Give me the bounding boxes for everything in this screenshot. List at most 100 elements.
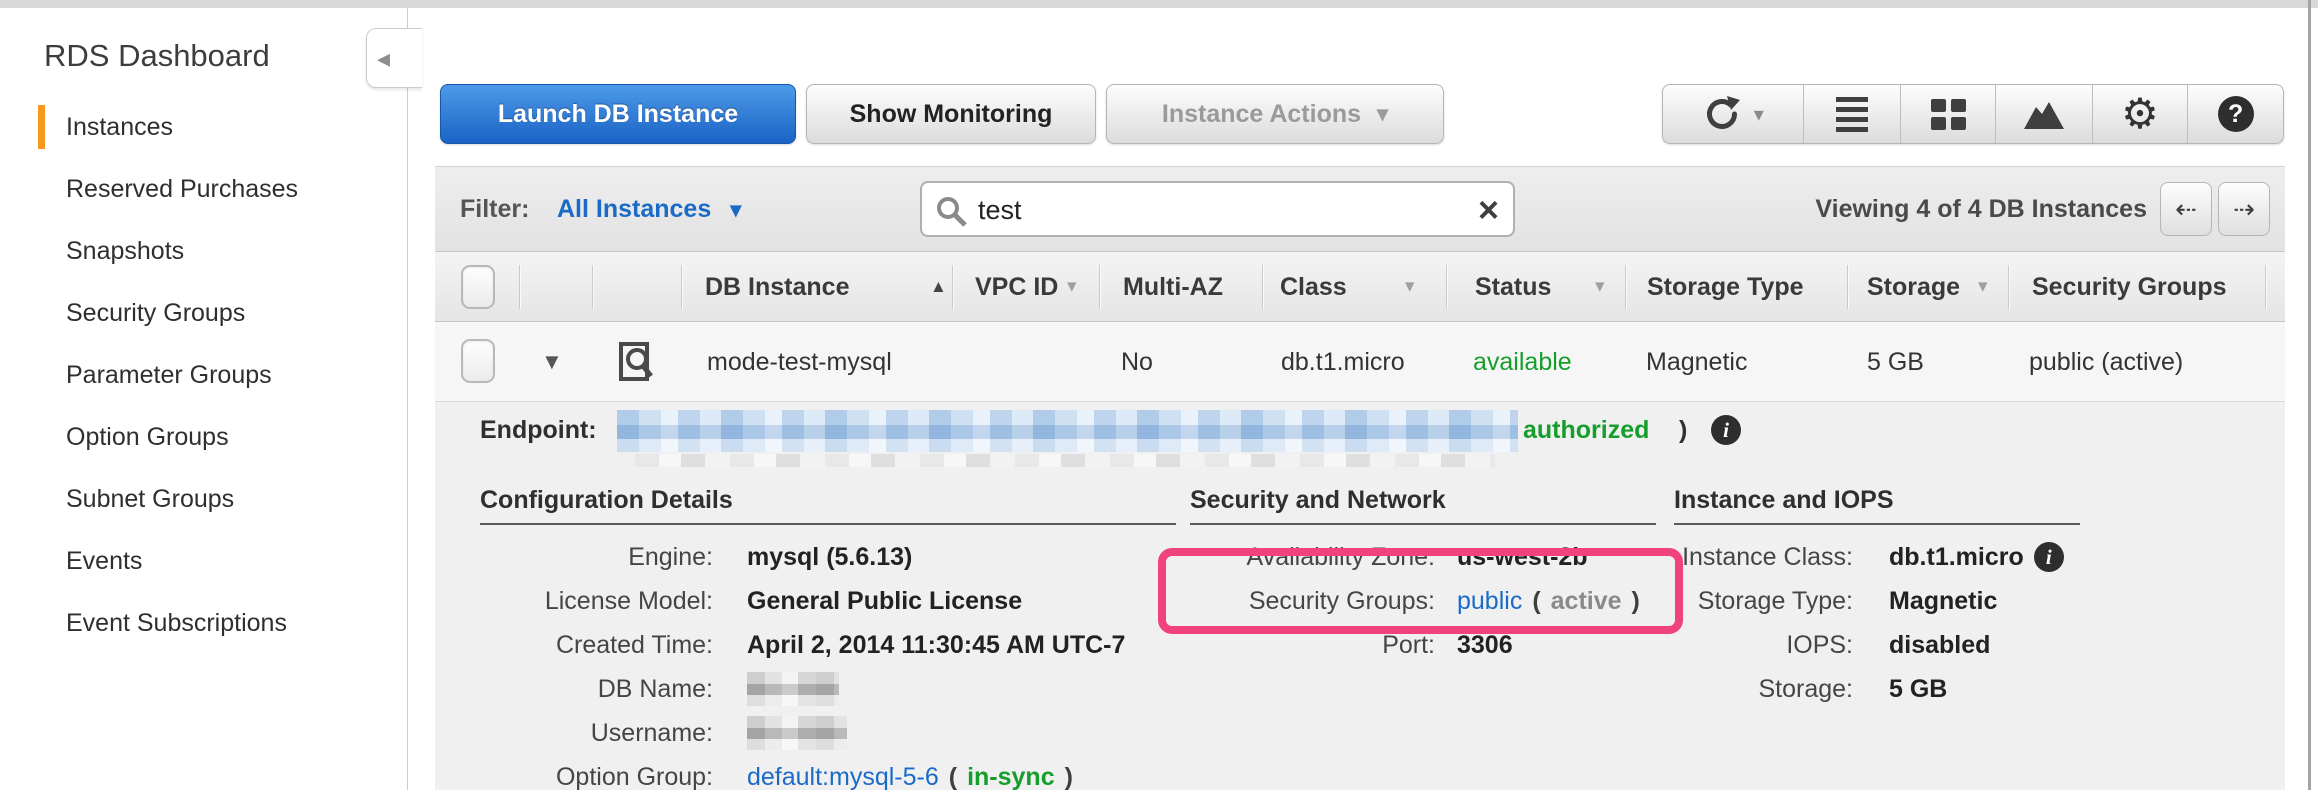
detail-label: Storage Type: [1674,587,1853,616]
column-storage-type[interactable]: Storage Type [1647,252,1804,322]
section-instance-and-iops: Instance and IOPS Instance Class: db.t1.… [1674,486,2080,711]
page-title: RDS Dashboard [44,38,270,74]
chevron-down-icon: ▾ [1754,102,1764,127]
detail-value: disabled [1889,631,1990,660]
sidebar-nav: Instances Reserved Purchases Snapshots S… [0,96,407,654]
detail-value: mysql (5.6.13) [747,543,912,572]
endpoint-paren: ) [1679,416,1687,445]
redacted-username [747,716,847,750]
security-group-link[interactable]: public [1457,587,1522,616]
column-class[interactable]: Class [1280,252,1347,322]
option-group-link[interactable]: default:mysql-5-6 [747,763,939,790]
endpoint-authorized-status: authorized [1523,416,1649,445]
row-expander-icon[interactable]: ▼ [541,322,563,402]
filter-dropdown[interactable]: All Instances ▾ [557,167,741,252]
sidebar-item-option-groups[interactable]: Option Groups [0,406,407,468]
table-row[interactable]: ▼ mode-test-mysql No db.t1.micro availab… [435,322,2285,402]
filter-bar: Filter: All Instances ▾ × Viewing 4 of 4… [435,166,2285,252]
security-group-status: active [1551,587,1622,616]
sidebar-item-events[interactable]: Events [0,530,407,592]
detail-value: 5 GB [1889,675,1947,704]
redacted-db-name [747,672,839,706]
instance-actions-label: Instance Actions [1162,100,1361,129]
paren-open: ( [1532,587,1540,616]
detail-label: Username: [480,719,713,748]
monitoring-view-button[interactable] [1995,85,2092,143]
show-monitoring-button[interactable]: Show Monitoring [806,84,1096,144]
help-button[interactable]: ? [2187,85,2283,143]
column-status[interactable]: Status [1475,252,1551,322]
sidebar-divider [407,8,408,790]
detail-value: us-west-2b [1457,543,1588,572]
instance-class-value: db.t1.micro [1889,543,2024,572]
sidebar-item-snapshots[interactable]: Snapshots [0,220,407,282]
detail-row-engine: Engine: mysql (5.6.13) [480,535,1176,579]
grid-view-button[interactable] [1900,85,1995,143]
detail-row-created-time: Created Time: April 2, 2014 11:30:45 AM … [480,623,1176,667]
select-all-checkbox[interactable] [461,265,495,309]
list-view-button[interactable] [1803,85,1901,143]
cell-status: available [1473,322,1572,402]
detail-value-redacted [747,716,847,750]
inspect-details-icon[interactable] [618,340,654,384]
list-icon [1836,97,1868,132]
detail-value: db.t1.micro i [1889,542,2064,572]
next-page-button[interactable]: ⇢ [2218,182,2270,236]
detail-label: Security Groups: [1190,587,1435,616]
column-multi-az[interactable]: Multi-AZ [1123,252,1223,322]
viewing-count: Viewing 4 of 4 DB Instances [1815,167,2147,251]
instance-actions-button[interactable]: Instance Actions ▾ [1106,84,1444,144]
section-title: Configuration Details [480,486,1176,525]
sidebar-item-instances[interactable]: Instances [0,96,407,158]
top-strip [0,0,2318,8]
search-input[interactable] [978,187,1428,233]
mountain-chart-icon [2022,97,2066,131]
column-storage[interactable]: Storage [1867,252,1960,322]
detail-value-redacted [747,672,839,706]
detail-value: General Public License [747,587,1022,616]
window-edge [2308,0,2311,790]
chevron-down-icon: ▾ [730,197,741,222]
info-icon[interactable]: i [2034,542,2064,572]
detail-value: default:mysql-5-6 ( in-sync ) [747,763,1073,790]
sidebar-item-parameter-groups[interactable]: Parameter Groups [0,344,407,406]
section-configuration-details: Configuration Details Engine: mysql (5.6… [480,486,1176,790]
detail-row-username: Username: [480,711,1176,755]
sidebar-item-subnet-groups[interactable]: Subnet Groups [0,468,407,530]
launch-db-instance-button[interactable]: Launch DB Instance [440,84,796,144]
search-icon [934,194,968,228]
settings-button[interactable]: ⚙ [2092,85,2188,143]
info-icon[interactable]: i [1711,415,1741,445]
refresh-icon [1702,94,1742,134]
paren-close: ) [1065,763,1073,790]
chevron-down-icon: ▾ [1377,101,1388,127]
grid-icon [1931,99,1966,130]
detail-label: License Model: [480,587,713,616]
detail-row-storage-type: Storage Type: Magnetic [1674,579,2080,623]
sidebar-item-event-subscriptions[interactable]: Event Subscriptions [0,592,407,654]
detail-row-storage: Storage: 5 GB [1674,667,2080,711]
detail-label: Created Time: [480,631,713,660]
detail-label: Option Group: [480,763,713,790]
sort-asc-icon: ▲ [930,252,947,322]
detail-row-security-groups: Security Groups: public ( active ) [1190,579,1656,623]
column-db-instance[interactable]: DB Instance [705,252,849,322]
sidebar-item-security-groups[interactable]: Security Groups [0,282,407,344]
sidebar-item-reserved-purchases[interactable]: Reserved Purchases [0,158,407,220]
refresh-button[interactable]: ▾ [1663,85,1803,143]
column-vpc-id[interactable]: VPC ID [975,252,1058,322]
cell-storage: 5 GB [1867,322,1924,402]
detail-row-license: License Model: General Public License [480,579,1176,623]
endpoint-redacted-shadow [635,454,1495,467]
detail-value: public ( active ) [1457,587,1640,616]
sidebar-collapse-button[interactable]: ◂ [366,28,422,88]
sort-down-icon: ▾ [1978,252,1988,322]
column-security-groups[interactable]: Security Groups [2032,252,2227,322]
clear-search-icon[interactable]: × [1478,185,1499,235]
row-checkbox[interactable] [461,339,495,383]
previous-page-button[interactable]: ⇠ [2160,182,2212,236]
detail-label: IOPS: [1674,631,1853,660]
detail-value: Magnetic [1889,587,1997,616]
detail-label: Availability Zone: [1190,543,1435,572]
detail-label: Instance Class: [1674,543,1853,572]
